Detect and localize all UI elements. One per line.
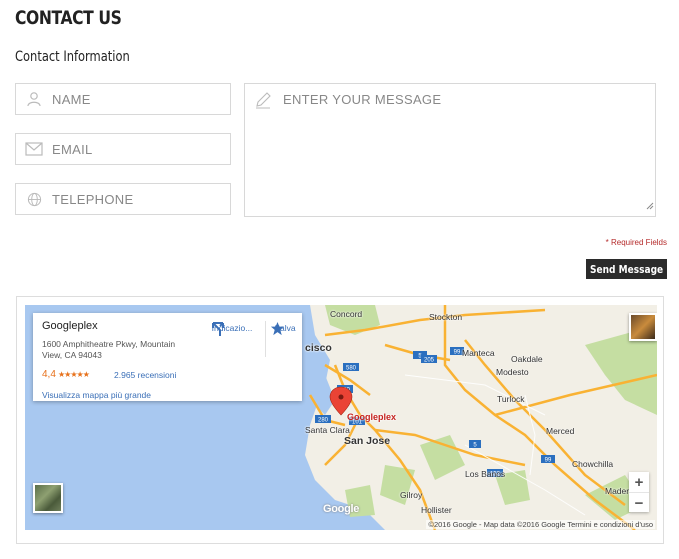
svg-text:580: 580 [346,366,357,372]
city-label-chowchilla: Chowchilla [572,459,614,469]
message-textarea[interactable]: ENTER YOUR MESSAGE [244,83,656,217]
directions-button[interactable]: Indicazio... [210,321,254,336]
place-address: 1600 Amphitheatre Pkwy, Mountain View, C… [42,339,176,360]
city-label-modesto: Modesto [496,367,529,377]
zoom-in-button[interactable]: + [629,472,649,492]
city-label-merced: Merced [546,426,575,436]
pencil-icon [254,91,272,114]
city-label-oakdale: Oakdale [511,354,543,364]
place-rating: 4,4 [42,369,56,380]
required-fields-note: * Required Fields [605,238,667,247]
reviews-link[interactable]: 2.965 recensioni [114,370,176,380]
name-field[interactable]: NAME [15,83,231,115]
email-field[interactable]: EMAIL [15,133,231,165]
larger-map-link[interactable]: Visualizza mappa più grande [42,390,151,400]
globe-icon [16,192,52,207]
card-divider [265,321,266,357]
google-logo: Google [323,503,360,515]
city-label-turlock: Turlock [497,394,525,404]
zoom-control: + − [629,472,649,512]
page-title: CONTACT US [15,7,122,29]
satellite-toggle-thumbnail[interactable] [33,483,63,513]
city-label-stockton: Stockton [429,312,463,322]
city-label-santa-clara: Santa Clara [305,425,350,435]
svg-text:99: 99 [545,458,552,464]
zoom-out-button[interactable]: − [629,493,649,513]
resize-handle-icon[interactable] [646,197,654,215]
map-attribution[interactable]: ©2016 Google - Map data ©2016 Google Ter… [426,520,655,529]
send-message-button[interactable]: Send Message [586,259,667,279]
svg-text:99: 99 [454,350,461,356]
telephone-field[interactable]: TELEPHONE [15,183,231,215]
telephone-placeholder: TELEPHONE [52,191,134,207]
user-icon [16,91,52,107]
place-pin-label: Googleplex [347,412,397,422]
place-info-card: Googleplex 1600 Amphitheatre Pkwy, Mount… [33,313,302,401]
city-label-manteca: Manteca [462,348,495,358]
message-placeholder: ENTER YOUR MESSAGE [283,92,442,107]
svg-text:280: 280 [318,418,329,424]
name-placeholder: NAME [52,91,91,107]
city-label-san-francisco: cisco [305,342,332,354]
envelope-icon [16,142,52,156]
section-subtitle: Contact Information [15,49,130,65]
city-label-gilroy: Gilroy [400,490,423,500]
city-label-los-banos: Los Banos [465,469,506,479]
city-label-hollister: Hollister [421,505,452,515]
send-message-label: Send Message [589,262,664,276]
street-view-thumbnail[interactable] [629,313,657,341]
place-name: Googleplex [42,320,98,332]
google-map[interactable]: 580 5 205 99 680 280 101 5 152 99 Concor… [25,305,657,530]
city-label-concord: Concord [330,309,363,319]
city-label-san-jose: San Jose [344,435,391,447]
email-placeholder: EMAIL [52,141,93,157]
rating-stars-icon: ★★★★★ [58,370,90,379]
svg-text:205: 205 [424,358,435,364]
save-button[interactable]: Salva [270,321,300,336]
